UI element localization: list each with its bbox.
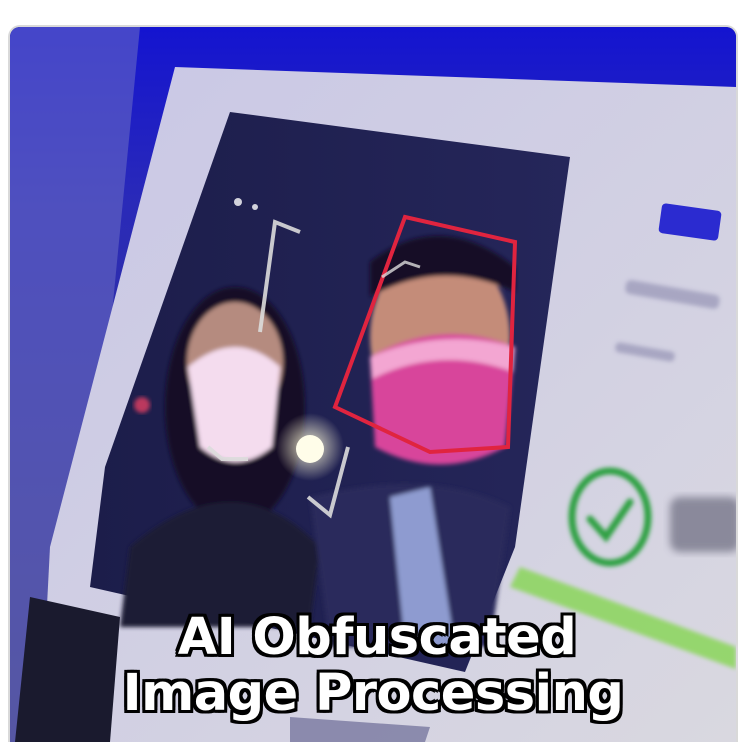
thumbnail <box>15 597 120 742</box>
photo-frame: AI Obfuscated Image Processing <box>10 27 736 742</box>
image-canvas: AI Obfuscated Image Processing <box>0 0 738 742</box>
face-recognition-photo <box>10 27 736 742</box>
